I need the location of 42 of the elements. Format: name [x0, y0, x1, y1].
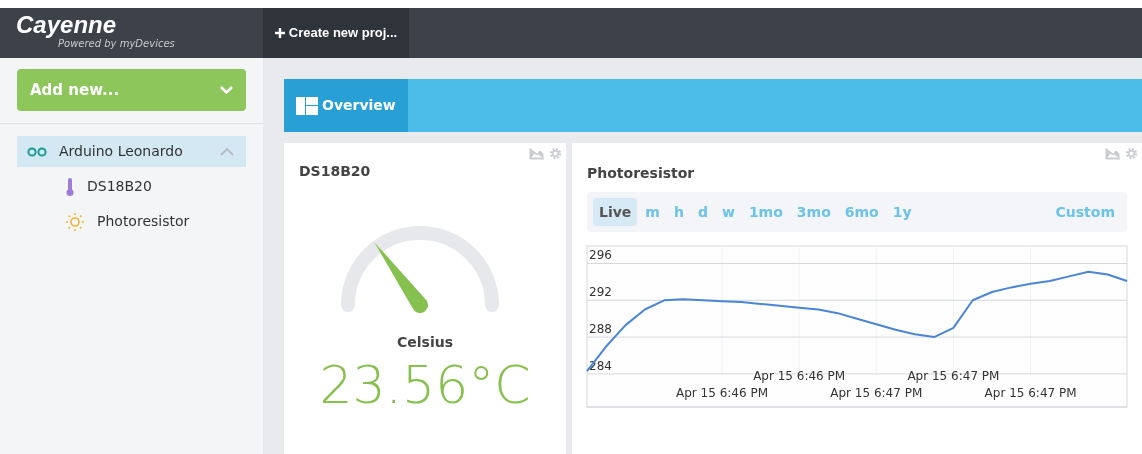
range-tab[interactable]: m — [639, 198, 666, 226]
chart-icon[interactable] — [1105, 147, 1121, 160]
chart-icon[interactable] — [529, 147, 545, 160]
settings-icon[interactable] — [549, 147, 562, 160]
custom-range-button[interactable]: Custom — [1049, 201, 1121, 223]
axis-tick-label: 296 — [589, 248, 612, 263]
logo-tagline: Powered by myDevices — [58, 38, 176, 50]
range-tab[interactable]: 3mo — [790, 198, 837, 226]
range-tab[interactable]: h — [667, 198, 690, 226]
chevron-down-icon — [220, 86, 233, 94]
widget-title: DS18B20 — [299, 162, 371, 181]
axis-tick-label: Apr 15 6:47 PM — [830, 386, 923, 400]
unit-label: Celsius — [397, 333, 453, 352]
device-item[interactable]: DS18B20 — [17, 171, 246, 202]
thermometer-icon — [65, 176, 75, 197]
axis-tick-label: 292 — [589, 285, 612, 300]
sun-icon — [65, 211, 85, 232]
range-tab[interactable]: d — [691, 198, 714, 226]
device-item[interactable]: Photoresistor — [17, 206, 246, 237]
range-tab[interactable]: w — [715, 198, 741, 226]
axis-tick-label: 288 — [589, 322, 612, 337]
settings-icon[interactable] — [1125, 147, 1138, 160]
axis-tick-label: Apr 15 6:46 PM — [753, 369, 846, 383]
infinity-icon — [27, 146, 47, 157]
create-project-tab[interactable]: Create new proj... — [263, 8, 409, 58]
temperature-value: 23.56°C — [319, 359, 531, 411]
dashboard-icon — [296, 96, 318, 115]
device-item[interactable]: Arduino Leonardo — [17, 136, 246, 167]
axis-tick-label: 284 — [589, 358, 612, 373]
plus-icon — [274, 28, 285, 38]
axis-tick-label: Apr 15 6:47 PM — [984, 386, 1077, 400]
chevron-up-icon[interactable] — [220, 147, 234, 156]
axis-tick-label: Apr 15 6:47 PM — [907, 369, 1000, 383]
add-new-button[interactable]: Add new... — [17, 69, 246, 111]
logo: Cayenne — [16, 12, 118, 38]
range-tab[interactable]: 1y — [886, 198, 918, 226]
range-tab[interactable]: 6mo — [838, 198, 885, 226]
overview-tab[interactable]: Overview — [284, 79, 408, 132]
widget-title: Photoresistor — [587, 164, 696, 183]
range-tab[interactable]: Live — [593, 198, 638, 226]
range-tab[interactable]: 1mo — [742, 198, 789, 226]
axis-tick-label: Apr 15 6:46 PM — [676, 386, 768, 400]
